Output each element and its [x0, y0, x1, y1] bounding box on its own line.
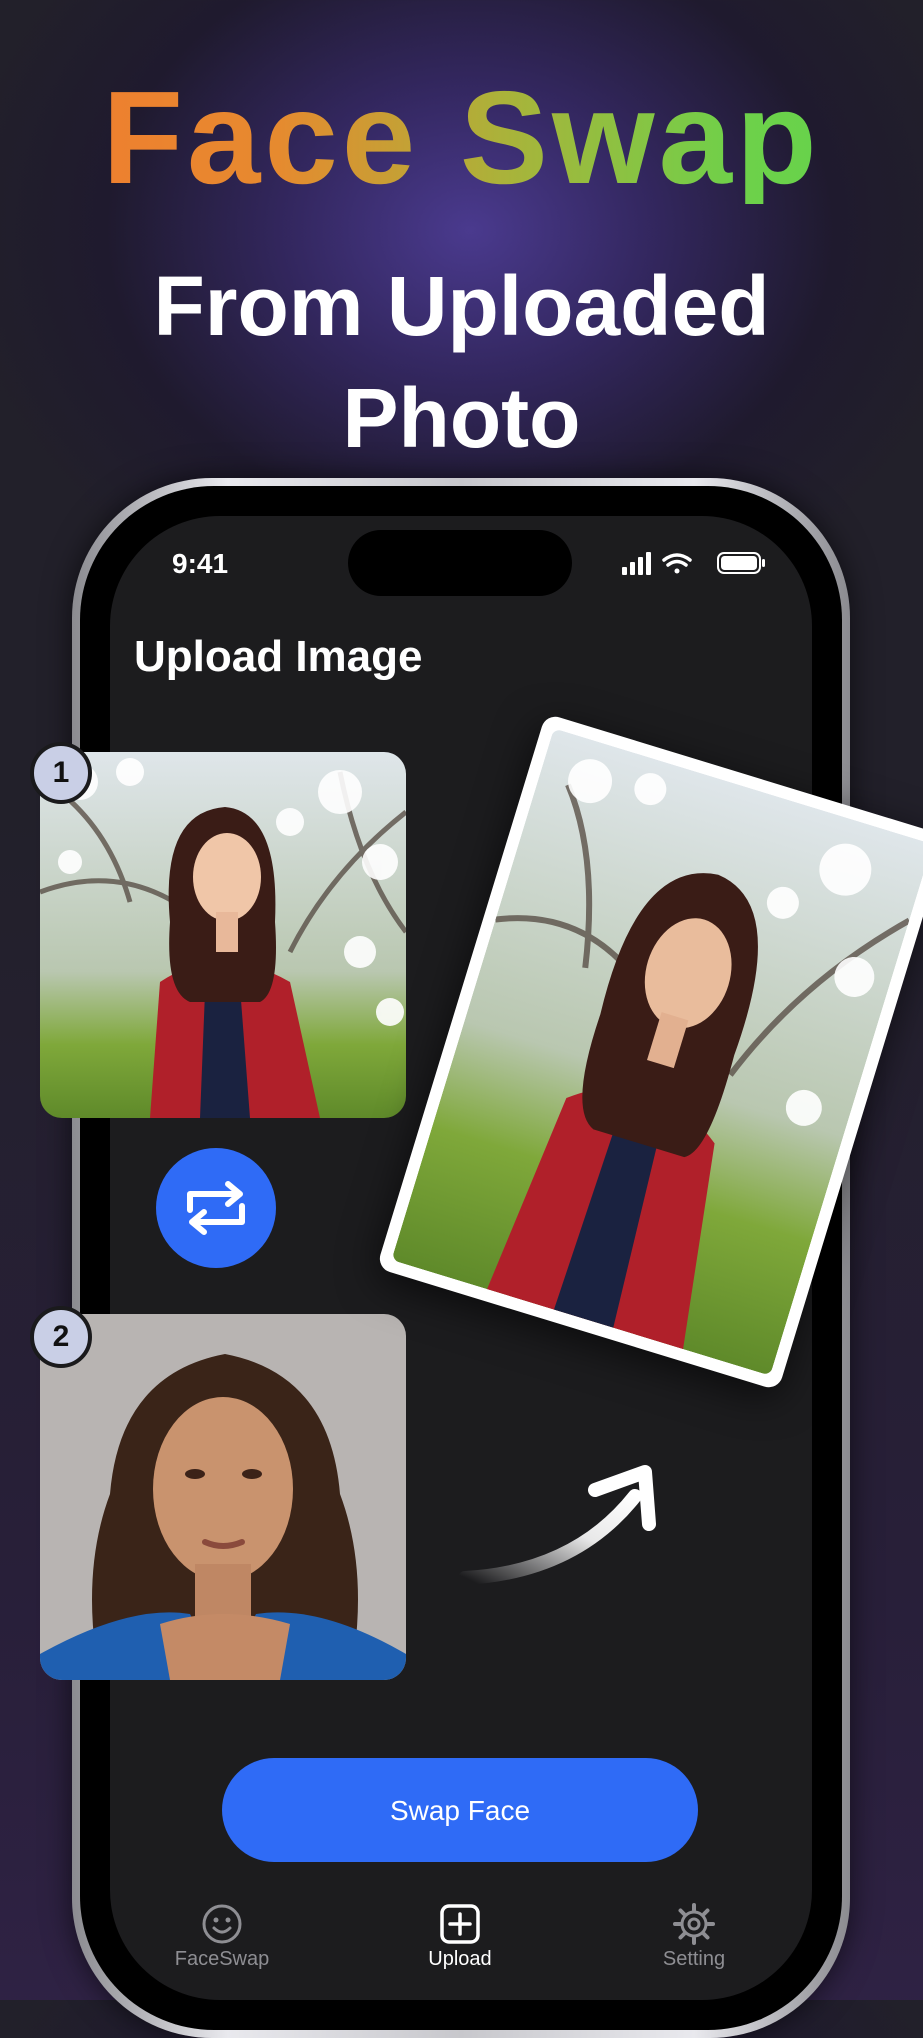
source-photo-1[interactable]: [40, 752, 406, 1118]
wifi-icon: [662, 553, 692, 574]
battery-icon: [717, 552, 765, 574]
tab-upload[interactable]: Upload: [380, 1902, 540, 1971]
gear-icon: [673, 1903, 715, 1945]
swap-arrows-icon: [187, 1181, 245, 1235]
tab-faceswap[interactable]: FaceSwap: [142, 1902, 302, 1971]
dynamic-island: [348, 530, 572, 596]
source-photo-2[interactable]: [40, 1314, 406, 1680]
tab-label-upload: Upload: [428, 1948, 492, 1970]
tab-label-setting: Setting: [662, 1948, 726, 1970]
curved-arrow-icon: [458, 1465, 656, 1585]
step-badge-2: 2: [30, 1306, 92, 1368]
smiley-face-icon: [202, 1904, 242, 1944]
promo-subtitle-line2: Photo: [342, 371, 581, 465]
swap-face-button[interactable]: Swap Face: [222, 1758, 698, 1862]
tab-setting[interactable]: Setting: [614, 1902, 774, 1971]
status-icons: [622, 552, 765, 575]
promo-subtitle: From Uploaded Photo: [0, 250, 923, 474]
swap-images-button[interactable]: [156, 1148, 276, 1268]
cellular-signal-icon: [622, 552, 651, 575]
upload-image-title: Upload Image: [134, 632, 423, 681]
tab-label-faceswap: FaceSwap: [174, 1948, 270, 1970]
status-time: 9:41: [172, 548, 229, 579]
promo-title: Face Swap: [0, 72, 923, 204]
promo-subtitle-line1: From Uploaded: [153, 259, 770, 353]
woman-curly-hair-portrait: [40, 1314, 406, 1680]
woman-red-cardigan-photo: [40, 752, 406, 1118]
plus-square-icon: [440, 1904, 480, 1944]
step-badge-1: 1: [30, 742, 92, 804]
